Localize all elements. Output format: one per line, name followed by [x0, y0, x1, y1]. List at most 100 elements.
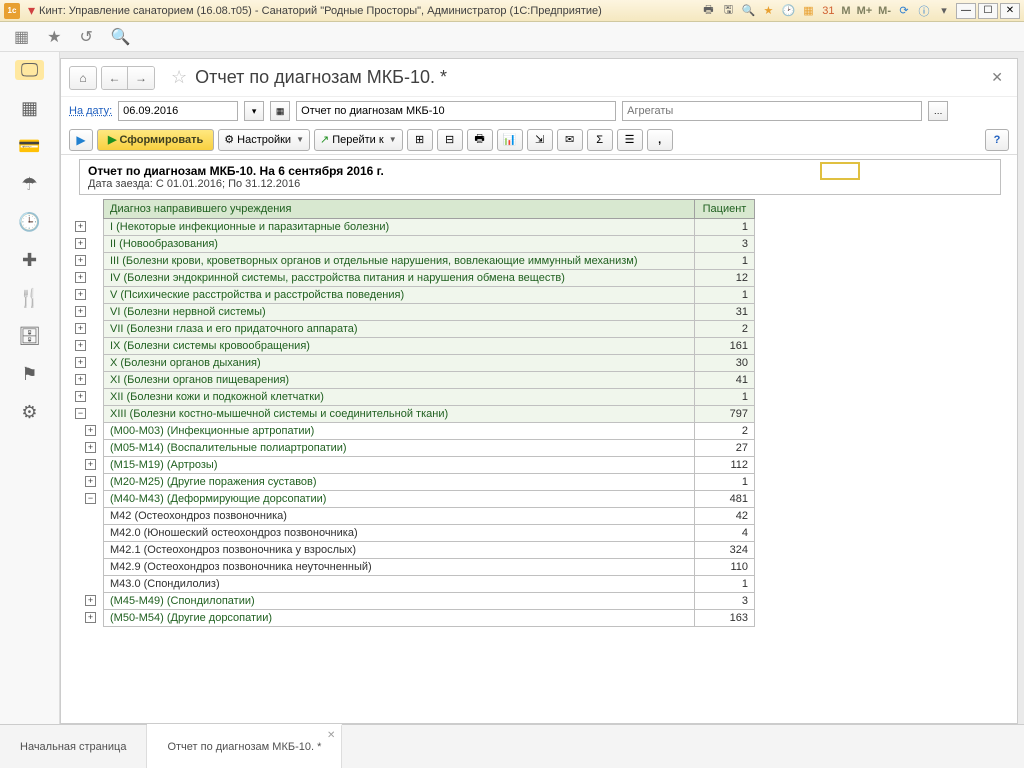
form-button[interactable]: ▶Сформировать	[97, 129, 214, 151]
sidebar-food-icon[interactable]: 🍴	[18, 288, 42, 308]
close-button[interactable]: ✕	[1000, 3, 1020, 19]
print-icon[interactable]: 🖶	[699, 3, 717, 19]
tool-collapse-icon[interactable]: ⊟	[437, 129, 463, 151]
forward-button[interactable]: →	[128, 67, 154, 89]
table-row[interactable]: I (Некоторые инфекционные и паразитарные…	[104, 219, 755, 236]
tool-print-icon[interactable]: 🖶	[467, 129, 493, 151]
table-row[interactable]: M42.0 (Юношеский остеохондроз позвоночни…	[104, 525, 755, 542]
back-button[interactable]: ←	[102, 67, 128, 89]
expand-button[interactable]: +	[75, 272, 86, 283]
save-icon[interactable]: 🖫	[719, 3, 737, 19]
clock-icon[interactable]: 🕑	[779, 3, 797, 19]
table-row[interactable]: V (Психические расстройства и расстройст…	[104, 287, 755, 304]
expand-button[interactable]: +	[75, 323, 86, 334]
tab-close-icon[interactable]: ✕	[327, 730, 335, 741]
expand-button[interactable]: +	[85, 442, 96, 453]
date-label[interactable]: На дату:	[69, 105, 112, 117]
table-row[interactable]: (M00-M03) (Инфекционные артропатии)2	[104, 423, 755, 440]
tool-sum-icon[interactable]: Σ	[587, 129, 613, 151]
tab-start[interactable]: Начальная страница	[0, 725, 147, 768]
expand-button[interactable]: +	[85, 476, 96, 487]
goto-button[interactable]: ↗Перейти к▼	[314, 129, 403, 151]
table-row[interactable]: (M20-M25) (Другие поражения суставов)1	[104, 474, 755, 491]
date-calendar-button[interactable]: ▦	[270, 101, 290, 121]
expand-button[interactable]: +	[75, 374, 86, 385]
table-row[interactable]: IX (Болезни системы кровообращения)161	[104, 338, 755, 355]
table-row[interactable]: (M15-M19) (Артрозы)112	[104, 457, 755, 474]
home-button[interactable]: ⌂	[69, 66, 97, 90]
table-row[interactable]: II (Новообразования)3	[104, 236, 755, 253]
agg-input[interactable]	[622, 101, 922, 121]
calc-icon[interactable]: ▦	[799, 3, 817, 19]
minimize-button[interactable]: —	[956, 3, 976, 19]
sidebar-plus-icon[interactable]: ✚	[18, 250, 42, 270]
m-minus-button[interactable]: M-	[875, 5, 894, 17]
date-input[interactable]	[118, 101, 238, 121]
table-row[interactable]: XIII (Болезни костно-мышечной системы и …	[104, 406, 755, 423]
sidebar-flag-icon[interactable]: ⚑	[18, 364, 42, 384]
tool-expand-icon[interactable]: ⊞	[407, 129, 433, 151]
desc-input[interactable]	[296, 101, 616, 121]
m-plus-button[interactable]: M+	[854, 5, 876, 17]
tool-comma-icon[interactable]: ,	[647, 129, 673, 151]
agg-more-button[interactable]: …	[928, 101, 948, 121]
expand-button[interactable]: +	[75, 255, 86, 266]
tool-export-icon[interactable]: ⇲	[527, 129, 553, 151]
sidebar-calendar-icon[interactable]: ▦	[18, 98, 42, 118]
history-icon[interactable]: ↺	[79, 27, 92, 47]
calendar-icon[interactable]: 31	[819, 3, 837, 19]
m-button[interactable]: M	[838, 5, 853, 17]
expand-button[interactable]: +	[75, 306, 86, 317]
collapse-button[interactable]: −	[75, 408, 86, 419]
expand-button[interactable]: +	[75, 340, 86, 351]
dropdown-icon[interactable]: ▾	[935, 3, 953, 19]
expand-button[interactable]: +	[85, 425, 96, 436]
expand-button[interactable]: +	[85, 595, 96, 606]
tab-report[interactable]: Отчет по диагнозам МКБ-10. *✕	[147, 724, 342, 768]
expand-button[interactable]: +	[75, 238, 86, 249]
sidebar-card-icon[interactable]: 💳	[18, 136, 42, 156]
help-button[interactable]: ?	[985, 129, 1009, 151]
tool-list-icon[interactable]: ☰	[617, 129, 643, 151]
tool-mail-icon[interactable]: ✉	[557, 129, 583, 151]
table-row[interactable]: M42.9 (Остеохондроз позвоночника неуточн…	[104, 559, 755, 576]
table-row[interactable]: (M50-M54) (Другие дорсопатии)163	[104, 610, 755, 627]
run-button[interactable]: ▶	[69, 129, 93, 151]
table-row[interactable]: IV (Болезни эндокринной системы, расстро…	[104, 270, 755, 287]
search-icon[interactable]: 🔍	[111, 27, 131, 47]
expand-button[interactable]: +	[75, 357, 86, 368]
sidebar-lamp-icon[interactable]: ☂	[18, 174, 42, 194]
tool-chart-icon[interactable]: 📊	[497, 129, 523, 151]
info-icon[interactable]: ⓘ	[915, 3, 933, 19]
table-row[interactable]: M42 (Остеохондроз позвоночника)42	[104, 508, 755, 525]
expand-button[interactable]: +	[85, 612, 96, 623]
collapse-button[interactable]: −	[85, 493, 96, 504]
date-dropdown-button[interactable]: ▾	[244, 101, 264, 121]
apps-icon[interactable]: ▦	[14, 27, 29, 47]
sidebar-monitor-icon[interactable]: 🖵	[15, 60, 44, 80]
sidebar-db-icon[interactable]: 🗄	[18, 326, 42, 346]
expand-button[interactable]: +	[75, 289, 86, 300]
table-row[interactable]: III (Болезни крови, кроветворных органов…	[104, 253, 755, 270]
favorite-icon[interactable]: ★	[47, 27, 61, 47]
table-row[interactable]: M43.0 (Спондилолиз)1	[104, 576, 755, 593]
preview-icon[interactable]: 🔍	[739, 3, 757, 19]
settings-button[interactable]: ⚙Настройки▼	[218, 129, 310, 151]
table-row[interactable]: VII (Болезни глаза и его придаточного ап…	[104, 321, 755, 338]
table-row[interactable]: (M45-M49) (Спондилопатии)3	[104, 593, 755, 610]
table-row[interactable]: XI (Болезни органов пищеварения)41	[104, 372, 755, 389]
expand-button[interactable]: +	[85, 459, 96, 470]
refresh-icon[interactable]: ⟳	[895, 3, 913, 19]
table-row[interactable]: (M40-M43) (Деформирующие дорсопатии)481	[104, 491, 755, 508]
page-close-button[interactable]: ✕	[985, 69, 1009, 86]
expand-button[interactable]: +	[75, 221, 86, 232]
table-row[interactable]: X (Болезни органов дыхания)30	[104, 355, 755, 372]
expand-button[interactable]: +	[75, 391, 86, 402]
page-star-icon[interactable]: ☆	[171, 67, 187, 88]
sidebar-clock-icon[interactable]: 🕒	[18, 212, 42, 232]
table-row[interactable]: XII (Болезни кожи и подкожной клетчатки)…	[104, 389, 755, 406]
table-row[interactable]: M42.1 (Остеохондроз позвоночника у взрос…	[104, 542, 755, 559]
sidebar-gear-icon[interactable]: ⚙	[18, 402, 42, 422]
star-icon[interactable]: ★	[759, 3, 777, 19]
table-row[interactable]: VI (Болезни нервной системы)31	[104, 304, 755, 321]
